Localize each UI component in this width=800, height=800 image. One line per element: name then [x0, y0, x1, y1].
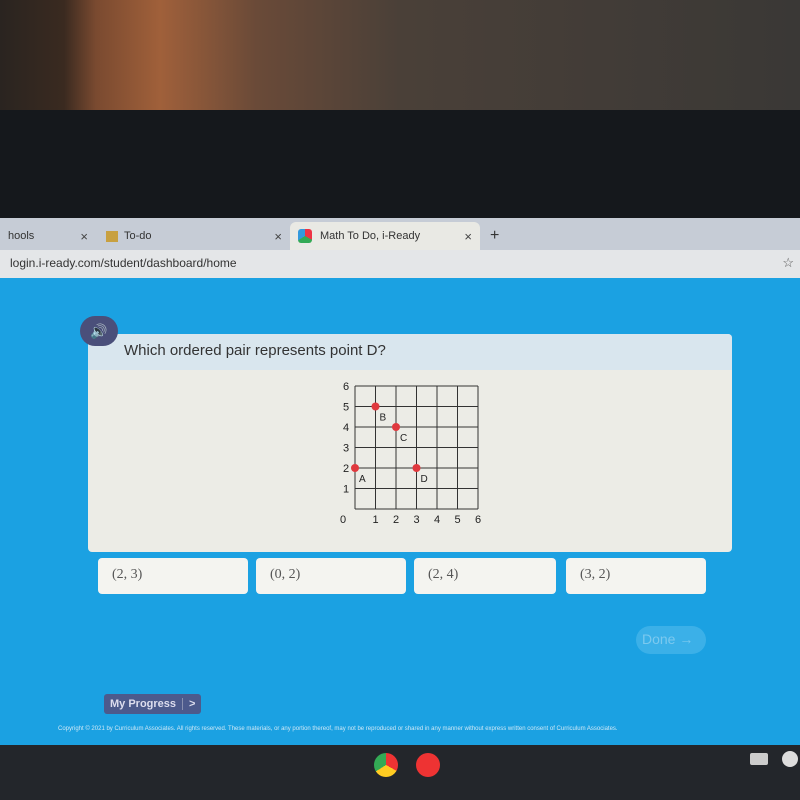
x-tick-label: 3	[413, 514, 419, 524]
answer-option-4[interactable]: (3, 2)	[566, 558, 706, 594]
point-c	[392, 423, 400, 431]
x-tick-label: 4	[434, 514, 440, 524]
iready-icon	[298, 229, 312, 243]
chevron-right-icon: >	[182, 698, 201, 710]
point-label: D	[421, 474, 428, 485]
speaker-icon[interactable]: 🔊	[80, 316, 118, 346]
done-button[interactable]: Done →	[636, 626, 706, 654]
y-tick-label: 4	[343, 422, 349, 434]
tab-todo[interactable]: To-do ×	[98, 222, 290, 250]
y-tick-label: 6	[343, 381, 349, 393]
answer-option-3[interactable]: (2, 4)	[414, 558, 556, 594]
answer-option-2[interactable]: (0, 2)	[256, 558, 406, 594]
close-icon[interactable]: ×	[80, 229, 88, 244]
x-tick-label: 0	[340, 514, 346, 524]
question-text: Which ordered pair represents point D?	[88, 334, 732, 370]
x-tick-label: 1	[372, 514, 378, 524]
y-tick-label: 5	[343, 402, 349, 414]
tab-schools[interactable]: hools ×	[0, 222, 96, 250]
my-progress-button[interactable]: My Progress >	[104, 694, 202, 714]
point-d	[412, 464, 421, 472]
y-tick-label: 2	[343, 463, 349, 475]
tab-label: Math To Do, i-Ready	[320, 230, 421, 242]
question-card: Which ordered pair represents point D? 0…	[88, 334, 732, 552]
app-icon[interactable]	[416, 753, 440, 777]
point-label: B	[380, 413, 387, 424]
answer-option-1[interactable]: (2, 3)	[98, 558, 248, 594]
tab-math-todo[interactable]: Math To Do, i-Ready ×	[290, 222, 480, 250]
close-icon[interactable]: ×	[274, 229, 282, 244]
point-label: C	[400, 433, 407, 444]
copyright-text: Copyright © 2021 by Curriculum Associate…	[58, 726, 618, 732]
x-tick-label: 6	[475, 514, 481, 524]
url-text: login.i-ready.com/student/dashboard/home	[10, 256, 237, 270]
point-label: A	[359, 474, 366, 485]
y-tick-label: 1	[343, 484, 349, 496]
tab-label: To-do	[124, 230, 152, 242]
account-icon[interactable]	[782, 751, 798, 767]
my-progress-label: My Progress	[110, 698, 177, 710]
x-tick-label: 5	[454, 514, 460, 524]
coordinate-grid: 0 1 2 3 4 5 6 1 2 3 4 5 6 A B C D	[340, 381, 481, 524]
iready-page: Which ordered pair represents point D? 0…	[0, 278, 800, 745]
monitor-bezel	[0, 110, 800, 220]
new-tab-button[interactable]: +	[482, 222, 507, 250]
address-bar[interactable]: login.i-ready.com/student/dashboard/home…	[0, 250, 800, 278]
point-a	[351, 464, 359, 472]
tab-label: hools	[8, 230, 35, 242]
taskbar	[0, 745, 800, 800]
y-tick-label: 3	[343, 443, 349, 455]
point-b	[371, 402, 380, 411]
tab-strip: hools × To-do × Math To Do, i-Ready × +	[0, 218, 800, 250]
x-tick-label: 2	[393, 514, 399, 524]
bookmark-star-icon[interactable]: ☆	[782, 255, 794, 271]
chrome-icon[interactable]	[374, 753, 398, 777]
keyboard-icon[interactable]	[750, 753, 768, 765]
close-icon[interactable]: ×	[464, 229, 472, 244]
classroom-icon	[106, 230, 118, 242]
